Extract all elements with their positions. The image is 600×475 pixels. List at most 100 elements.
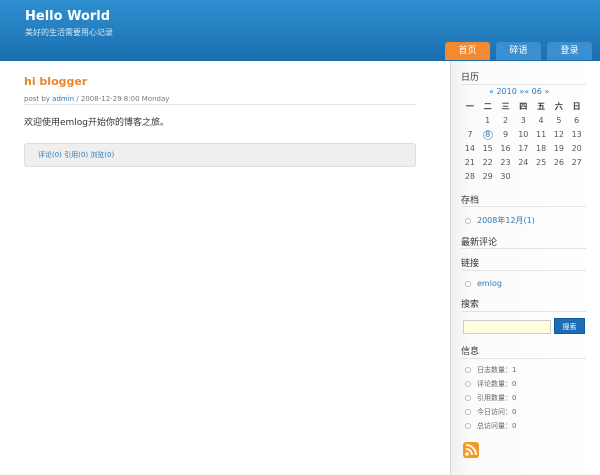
calendar-weekday: 五 [537, 102, 546, 111]
calendar-day[interactable]: 17 [514, 142, 532, 156]
calendar-weekday: 日 [572, 102, 581, 111]
calendar-today[interactable]: 8 [482, 130, 493, 140]
calendar-day [550, 170, 568, 184]
calendar-day[interactable]: 27 [568, 156, 586, 170]
calendar-weekday: 三 [501, 102, 510, 111]
calendar-day[interactable]: 26 [550, 156, 568, 170]
calendar-weekday: 四 [519, 102, 528, 111]
calendar-day[interactable]: 13 [568, 128, 586, 142]
calendar-day[interactable]: 25 [532, 156, 550, 170]
calendar-day[interactable]: 18 [532, 142, 550, 156]
calendar-day[interactable]: 11 [532, 128, 550, 142]
calendar-week-row: 21 22 23 24 25 26 27 [461, 156, 586, 170]
sidebar: 日历 « 2010 »« 06 » 一二三四五六日 1 2 3 4 5 6 7 8 9 10 11 12… [450, 61, 600, 475]
post-author-link[interactable]: admin [52, 95, 74, 103]
archive-link[interactable]: 2008年12月(1) [477, 215, 535, 226]
calendar-day[interactable]: 23 [497, 156, 515, 170]
calendar-day[interactable]: 19 [550, 142, 568, 156]
main-content: hi blogger post by admin / 2008-12-29 8:… [0, 61, 450, 475]
calendar-day[interactable]: 10 [514, 128, 532, 142]
top-navigation: 首页 碎语 登录 [445, 42, 592, 60]
info-item: 总访问量：0 [465, 421, 516, 431]
info-item: 引用数量：0 [465, 393, 516, 403]
meta-divider [24, 104, 416, 105]
archive-title: 存档 [461, 196, 480, 206]
bullet-icon [465, 423, 471, 429]
calendar-day[interactable]: 8 [479, 128, 497, 142]
search-button[interactable]: 搜索 [554, 318, 585, 334]
info-comment-count: 评论数量：0 [477, 380, 517, 388]
calendar-day[interactable]: 15 [479, 142, 497, 156]
bullet-icon [465, 280, 471, 287]
calendar-day[interactable]: 22 [479, 156, 497, 170]
calendar-day[interactable]: 2 [497, 114, 515, 128]
calendar-day[interactable]: 9 [497, 128, 515, 142]
calendar-title: 日历 [461, 73, 480, 83]
calendar-day[interactable]: 4 [532, 114, 550, 128]
calendar-day [461, 114, 479, 128]
latest-comments-title: 最新评论 [461, 238, 498, 248]
calendar-day [514, 170, 532, 184]
calendar-day[interactable]: 29 [479, 170, 497, 184]
calendar-day[interactable]: 5 [550, 114, 568, 128]
calendar-weekday: 一 [465, 102, 474, 111]
calendar-day[interactable]: 16 [497, 142, 515, 156]
calendar-day[interactable]: 6 [568, 114, 586, 128]
archive-item[interactable]: 2008年12月(1) [465, 215, 535, 226]
links-title-rule [461, 270, 586, 271]
calendar-title-rule [461, 84, 586, 85]
calendar-day[interactable]: 20 [568, 142, 586, 156]
info-title-rule [461, 358, 586, 359]
nav-tab-twitter[interactable]: 碎语 [496, 42, 541, 60]
calendar-week-row: 28 29 30 [461, 170, 586, 184]
calendar-day[interactable]: 7 [461, 128, 479, 142]
links-item[interactable]: emlog [465, 279, 502, 288]
calendar-day[interactable]: 1 [479, 114, 497, 128]
latest-comments-rule [461, 248, 586, 249]
info-today-visits: 今日访问：0 [477, 408, 517, 416]
archive-title-rule [461, 206, 586, 207]
post-date: / 2008-12-29 8:00 Monday [74, 95, 170, 103]
calendar-weekday: 二 [483, 102, 492, 111]
post-stats-links[interactable]: 评论(0) 引用(0) 浏览(0) [24, 143, 416, 167]
search-input[interactable] [463, 320, 551, 334]
calendar-day[interactable]: 21 [461, 156, 479, 170]
bullet-icon [465, 381, 471, 387]
post-meta: post by admin / 2008-12-29 8:00 Monday [24, 95, 169, 103]
bullet-icon [465, 395, 471, 401]
info-trackback-count: 引用数量：0 [477, 394, 517, 402]
search-title: 搜索 [461, 300, 480, 310]
info-item: 今日访问：0 [465, 407, 516, 417]
rss-icon[interactable] [463, 442, 479, 458]
post-meta-prefix: post by [24, 95, 53, 103]
calendar-day[interactable]: 14 [461, 142, 479, 156]
emlog-link[interactable]: emlog [477, 279, 502, 288]
nav-tab-home[interactable]: 首页 [445, 42, 490, 60]
calendar-weekday-row: 一二三四五六日 [461, 100, 586, 114]
site-subtitle: 美好的生活需要用心记录 [25, 28, 113, 37]
calendar-day[interactable]: 28 [461, 170, 479, 184]
calendar-navigation[interactable]: « 2010 »« 06 » [489, 87, 549, 96]
nav-tab-login[interactable]: 登录 [547, 42, 592, 60]
links-title: 链接 [461, 259, 480, 269]
bullet-icon [465, 409, 471, 415]
calendar-day[interactable]: 12 [550, 128, 568, 142]
post-body: 欢迎使用emlog开始你的博客之旅。 [24, 118, 170, 128]
calendar-day[interactable]: 30 [497, 170, 515, 184]
calendar-week-row: 123456 [461, 114, 586, 128]
info-total-visits: 总访问量：0 [477, 422, 517, 430]
calendar-day [568, 170, 586, 184]
info-item: 日志数量：1 [465, 365, 516, 375]
calendar-weekday: 六 [554, 102, 563, 111]
post-title[interactable]: hi blogger [24, 75, 87, 88]
info-post-count: 日志数量：1 [477, 366, 517, 374]
calendar-day[interactable]: 24 [514, 156, 532, 170]
search-title-rule [461, 311, 586, 312]
bullet-icon [465, 367, 471, 373]
calendar-week-row: 7 8 9 10 11 12 13 [461, 128, 586, 142]
info-title: 信息 [461, 347, 480, 357]
calendar-day[interactable]: 3 [514, 114, 532, 128]
calendar-day [532, 170, 550, 184]
info-item: 评论数量：0 [465, 379, 516, 389]
site-title[interactable]: Hello World [25, 9, 110, 24]
